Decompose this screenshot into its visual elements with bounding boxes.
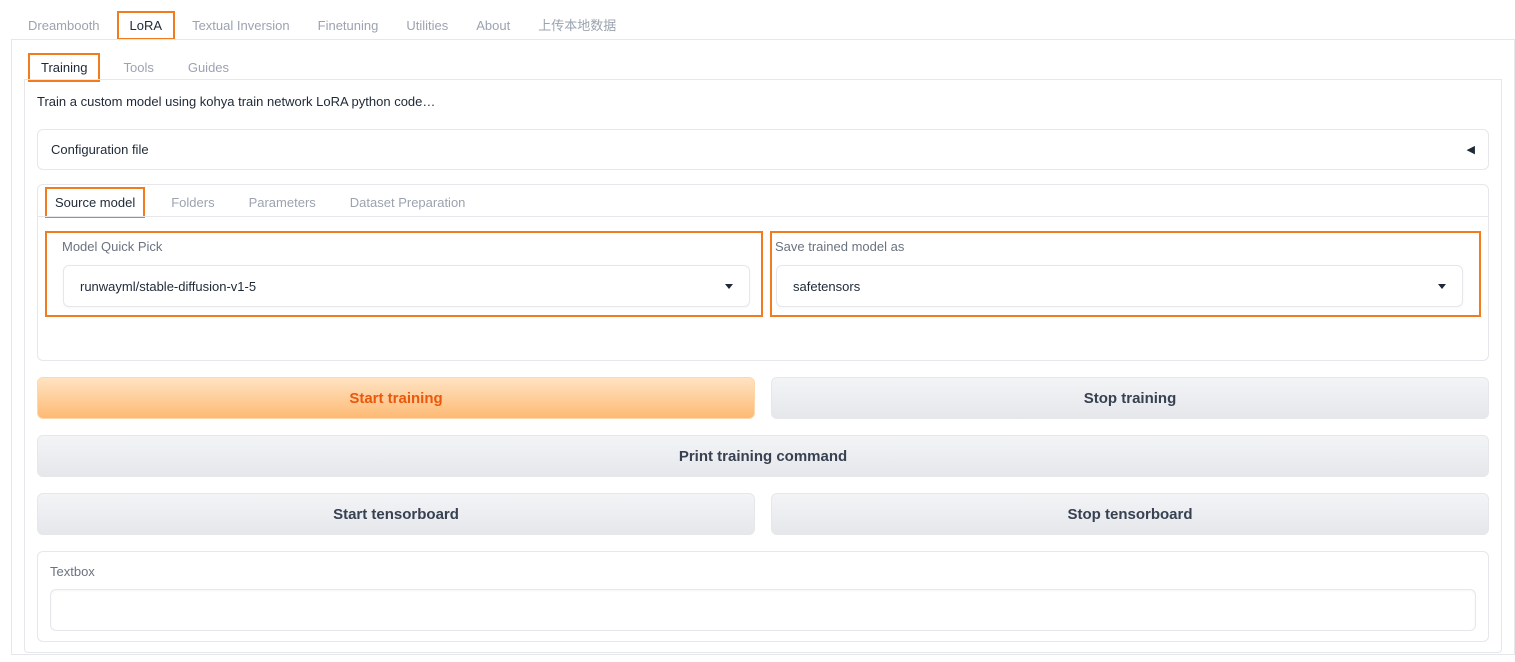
textbox-label: Textbox [50, 564, 95, 579]
tab-utilities[interactable]: Utilities [395, 11, 459, 40]
configuration-file-accordion[interactable]: Configuration file ◀ [37, 129, 1489, 170]
tab-folders[interactable]: Folders [163, 188, 222, 217]
stop-tensorboard-button[interactable]: Stop tensorboard [771, 493, 1489, 535]
textbox-input[interactable] [50, 589, 1476, 631]
top-tab-bar: Dreambooth LoRA Textual Inversion Finetu… [17, 11, 633, 40]
tab-parameters[interactable]: Parameters [241, 188, 324, 217]
tab-source-model[interactable]: Source model [45, 187, 146, 218]
tab-dreambooth[interactable]: Dreambooth [17, 11, 111, 40]
tab-about[interactable]: About [465, 11, 521, 40]
configuration-file-label: Configuration file [51, 142, 149, 157]
tab-dataset-preparation[interactable]: Dataset Preparation [342, 188, 474, 217]
sub-tab-bar: Training Tools Guides [28, 53, 252, 82]
tab-lora[interactable]: LoRA [116, 11, 176, 40]
collapse-arrow-icon: ◀ [1466, 144, 1475, 156]
save-model-as-value: safetensors [793, 278, 861, 294]
save-model-as-dropdown[interactable]: safetensors [776, 265, 1463, 307]
print-training-command-button[interactable]: Print training command [37, 435, 1489, 477]
chevron-down-icon [725, 283, 733, 289]
tab-upload-local-data[interactable]: 上传本地数据 [527, 11, 627, 40]
model-quick-pick-value: runwayml/stable-diffusion-v1-5 [80, 278, 257, 294]
model-tab-bar: Source model Folders Parameters Dataset … [45, 187, 491, 218]
tab-tools[interactable]: Tools [112, 54, 164, 81]
start-training-button[interactable]: Start training [37, 377, 755, 419]
tab-finetuning[interactable]: Finetuning [307, 11, 390, 40]
start-tensorboard-button[interactable]: Start tensorboard [37, 493, 755, 535]
chevron-down-icon [1438, 283, 1446, 289]
training-description: Train a custom model using kohya train n… [37, 94, 436, 109]
model-quick-pick-dropdown[interactable]: runwayml/stable-diffusion-v1-5 [63, 265, 750, 307]
top-tab-divider [11, 39, 1515, 40]
save-model-as-label: Save trained model as [775, 239, 905, 254]
tab-guides[interactable]: Guides [177, 54, 240, 81]
stop-training-button[interactable]: Stop training [771, 377, 1489, 419]
tab-training[interactable]: Training [28, 53, 101, 82]
model-tab-divider [38, 216, 1488, 217]
tab-textual-inversion[interactable]: Textual Inversion [181, 11, 301, 40]
model-quick-pick-label: Model Quick Pick [62, 239, 163, 254]
